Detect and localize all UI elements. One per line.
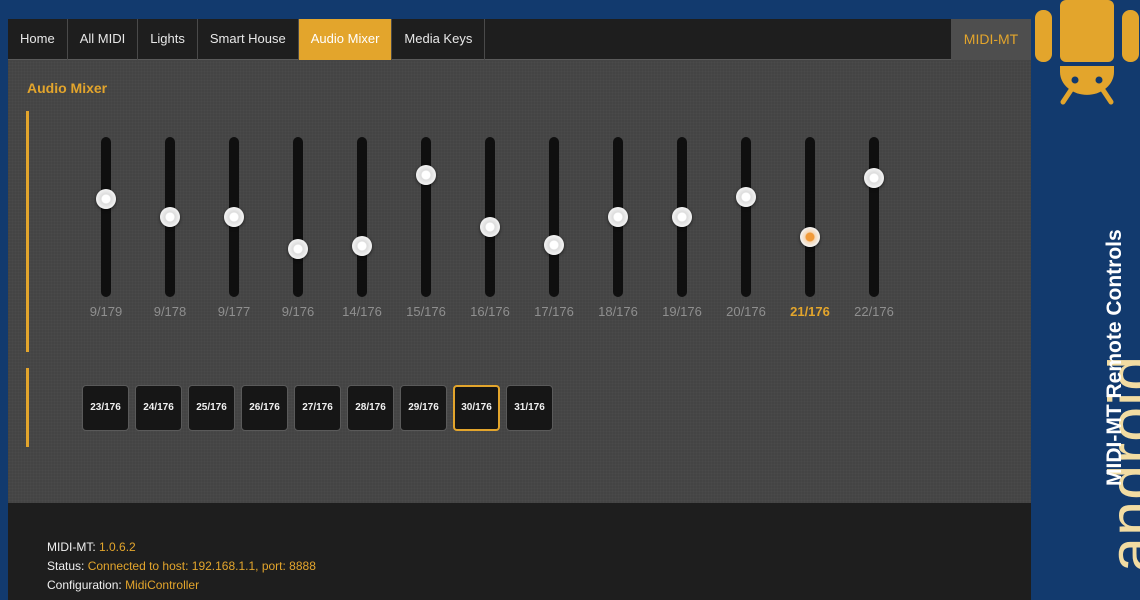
slider-value-label: 14/176 (342, 304, 382, 319)
slider-thumb[interactable] (288, 239, 308, 260)
tab-media-keys[interactable]: Media Keys (392, 19, 486, 60)
volume-slider[interactable]: 9/177 (211, 137, 257, 337)
config-label: Configuration: (47, 578, 122, 592)
version-label: MIDI-MT: (47, 540, 96, 554)
slider-thumb[interactable] (96, 188, 116, 209)
slider-value-label: 9/177 (217, 304, 251, 319)
slider-thumb[interactable] (672, 207, 692, 227)
slider-track[interactable] (741, 137, 751, 297)
slider-track[interactable] (869, 137, 879, 297)
slider-value-label: 15/176 (406, 304, 446, 319)
button-group: 23/176 24/176 25/176 26/176 27/176 28/176 29/1… (82, 385, 559, 431)
tab-audio-mixer[interactable]: Audio Mixer (298, 19, 393, 60)
slider-thumb[interactable] (160, 207, 180, 227)
slider-value-label: 9/176 (281, 304, 315, 319)
mixer-button[interactable]: 23/176 (82, 385, 129, 431)
top-navbar: Home All MIDI Lights Smart House Audio Mixer… (8, 19, 1031, 60)
slider-thumb[interactable] (544, 235, 564, 255)
status-value: Connected to host: 192.168.1.1, port: 88… (87, 559, 316, 573)
config-line: Configuration: MidiController (47, 578, 199, 592)
slider-value-label: 9/179 (89, 304, 123, 319)
slider-track[interactable] (101, 137, 111, 297)
slider-thumb[interactable] (352, 236, 372, 257)
slider-value-label: 22/176 (854, 304, 894, 319)
volume-slider[interactable]: 21/176 (787, 137, 833, 337)
volume-slider[interactable]: 18/176 (595, 137, 641, 337)
config-value: MidiController (125, 578, 200, 592)
slider-value-label: 19/176 (662, 304, 702, 319)
button-group-accent-bar (26, 368, 29, 447)
volume-slider[interactable]: 9/178 (147, 137, 193, 337)
version-value: 1.0.6.2 (99, 540, 136, 554)
tab-lights[interactable]: Lights (138, 19, 198, 60)
slider-value-label: 20/176 (726, 304, 766, 319)
volume-slider[interactable]: 20/176 (723, 137, 769, 337)
slider-track[interactable] (293, 137, 303, 297)
status-footer: MIDI-MT: 1.0.6.2 Status: Connected to ho… (8, 503, 1031, 600)
version-line: MIDI-MT: 1.0.6.2 (47, 540, 136, 554)
slider-value-label: 16/176 (470, 304, 510, 319)
app-window: Home All MIDI Lights Smart House Audio Mixer… (8, 19, 1031, 600)
android-robot-icon (1035, 0, 1139, 105)
mixer-button[interactable]: 27/176 (294, 385, 341, 431)
slider-thumb[interactable] (416, 165, 436, 185)
status-label: Status: (47, 559, 85, 573)
volume-slider[interactable]: 15/176 (403, 137, 449, 337)
mixer-button[interactable]: 25/176 (188, 385, 235, 431)
slider-value-label: 18/176 (598, 304, 638, 319)
volume-slider[interactable]: 14/176 (339, 137, 385, 337)
slider-value-label: 9/178 (153, 304, 187, 319)
slider-thumb[interactable] (800, 226, 820, 247)
mixer-button[interactable]: 28/176 (347, 385, 394, 431)
status-line: Status: Connected to host: 192.168.1.1, … (47, 559, 316, 573)
slider-thumb[interactable] (224, 207, 244, 227)
slider-thumb[interactable] (480, 216, 500, 237)
slider-thumb[interactable] (608, 207, 628, 227)
mixer-button[interactable]: 26/176 (241, 385, 288, 431)
slider-group-accent-bar (26, 111, 29, 352)
slider-track[interactable] (805, 137, 815, 297)
mixer-button[interactable]: 29/176 (400, 385, 447, 431)
volume-slider[interactable]: 22/176 (851, 137, 897, 337)
volume-slider[interactable]: 16/176 (467, 137, 513, 337)
tab-smart-house[interactable]: Smart House (198, 19, 299, 60)
slider-thumb[interactable] (864, 167, 884, 188)
mixer-button[interactable]: 31/176 (506, 385, 553, 431)
slider-track[interactable] (421, 137, 431, 297)
nav-tabs: Home All MIDI Lights Smart House Audio Mixer… (8, 19, 486, 60)
tab-home[interactable]: Home (8, 19, 68, 60)
side-branding: android MIDI-MT Remote Controls (1031, 0, 1140, 600)
panel-title: Audio Mixer (27, 80, 108, 96)
mixer-button[interactable]: 30/176 (453, 385, 500, 431)
product-title: MIDI-MT Remote Controls (1103, 229, 1126, 486)
slider-thumb[interactable] (736, 187, 756, 208)
volume-slider[interactable]: 19/176 (659, 137, 705, 337)
volume-slider[interactable]: 9/176 (275, 137, 321, 337)
mixer-button[interactable]: 24/176 (135, 385, 182, 431)
audio-mixer-panel: Audio Mixer 9/179 9/178 9/177 9/176 14/176 15… (8, 61, 1031, 503)
tab-all-midi[interactable]: All MIDI (68, 19, 139, 60)
brand-label: MIDI-MT (951, 19, 1031, 60)
slider-value-label: 17/176 (534, 304, 574, 319)
slider-value-label: 21/176 (790, 304, 830, 319)
slider-track[interactable] (357, 137, 367, 297)
slider-track[interactable] (549, 137, 559, 297)
volume-slider[interactable]: 17/176 (531, 137, 577, 337)
volume-slider[interactable]: 9/179 (83, 137, 129, 337)
